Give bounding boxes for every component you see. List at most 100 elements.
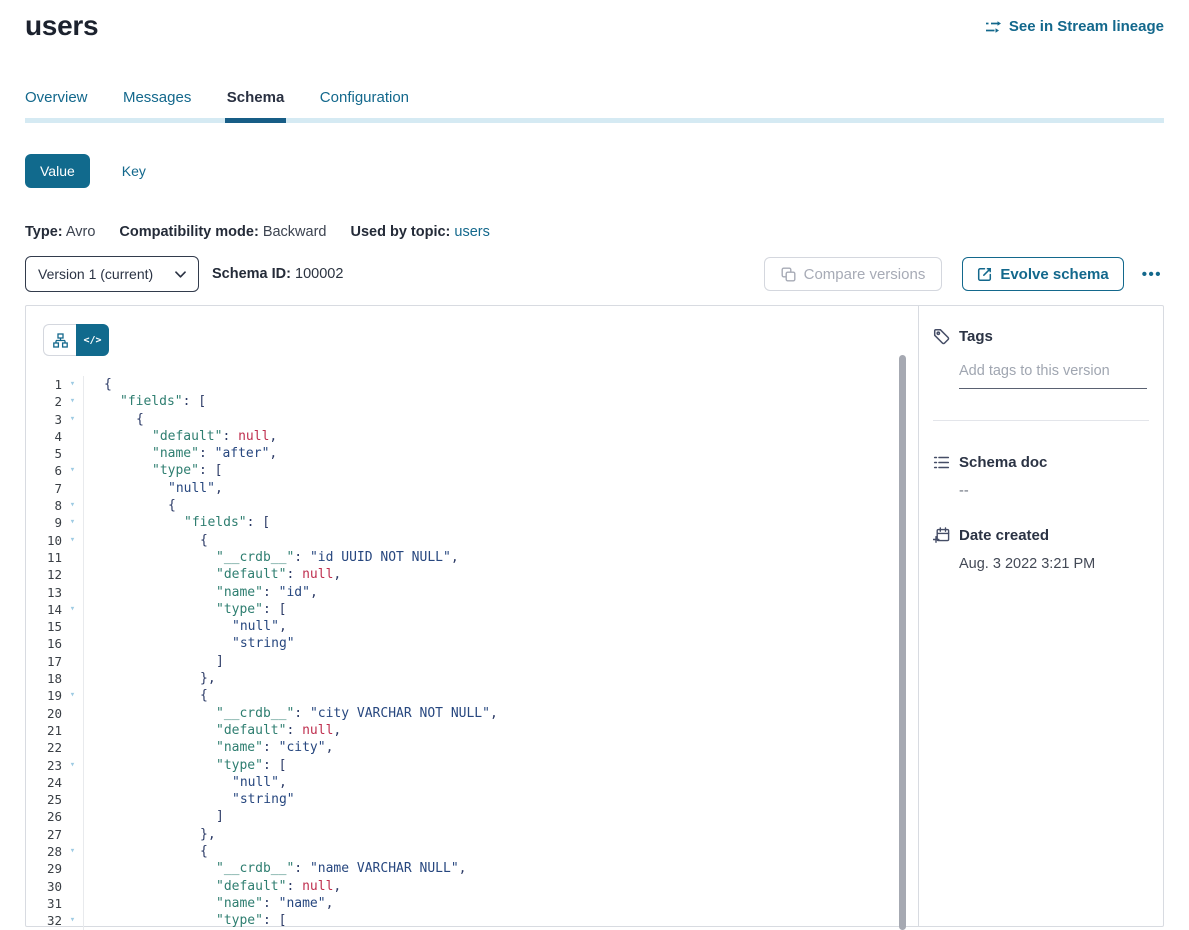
code-line: 27}, (26, 826, 918, 843)
schema-meta-row: Type: Avro Compatibility mode: Backward … (25, 224, 1164, 240)
schema-type: Type: Avro (25, 224, 95, 240)
fold-gutter (62, 705, 83, 722)
fold-gutter (62, 860, 83, 877)
code-text: "__crdb__": "city VARCHAR NOT NULL", (83, 705, 918, 722)
fold-gutter (62, 566, 83, 583)
fold-toggle-icon[interactable]: ▾ (62, 411, 83, 428)
add-tags-input[interactable] (959, 363, 1147, 389)
tree-view-toggle[interactable] (43, 324, 76, 356)
code-text: "string" (83, 791, 918, 808)
line-number: 20 (26, 705, 62, 722)
evolve-schema-button[interactable]: Evolve schema (962, 257, 1123, 291)
fold-toggle-icon[interactable]: ▾ (62, 912, 83, 929)
fold-toggle-icon[interactable]: ▾ (62, 843, 83, 860)
line-number: 17 (26, 653, 62, 670)
chevron-down-icon (175, 271, 186, 278)
line-number: 3 (26, 411, 62, 428)
schema-controls-row: Version 1 (current) Schema ID: 100002 Co… (25, 256, 1164, 292)
code-text: { (83, 411, 918, 428)
line-number: 25 (26, 791, 62, 808)
line-number: 1 (26, 376, 62, 393)
line-number: 16 (26, 635, 62, 652)
line-number: 15 (26, 618, 62, 635)
vertical-scrollbar-thumb[interactable] (899, 355, 906, 930)
fold-gutter (62, 618, 83, 635)
schema-id: Schema ID: 100002 (212, 266, 343, 282)
fold-gutter (62, 808, 83, 825)
fold-gutter (62, 428, 83, 445)
fold-gutter (62, 895, 83, 912)
code-text: "default": null, (83, 722, 918, 739)
fold-gutter (62, 635, 83, 652)
line-number: 7 (26, 480, 62, 497)
code-editor[interactable]: 1▾{2▾"fields": [3▾{4"default": null,5"na… (26, 376, 918, 930)
tab-configuration[interactable]: Configuration (320, 89, 409, 123)
fold-toggle-icon[interactable]: ▾ (62, 376, 83, 393)
tags-section: Tags (933, 328, 1149, 389)
tab-overview[interactable]: Overview (25, 89, 88, 123)
line-number: 31 (26, 895, 62, 912)
code-line: 21"default": null, (26, 722, 918, 739)
line-number: 18 (26, 670, 62, 687)
fold-toggle-icon[interactable]: ▾ (62, 757, 83, 774)
date-created-heading: Date created (933, 527, 1149, 544)
value-toggle-button[interactable]: Value (25, 154, 90, 188)
fold-toggle-icon[interactable]: ▾ (62, 393, 83, 410)
code-text: "string" (83, 635, 918, 652)
code-view-icon: </> (83, 335, 101, 346)
code-line: 24"null", (26, 774, 918, 791)
more-options-button[interactable]: ••• (1140, 266, 1164, 283)
code-line: 32▾"type": [ (26, 912, 918, 929)
code-line: 8▾{ (26, 497, 918, 514)
code-line: 1▾{ (26, 376, 918, 393)
code-line: 3▾{ (26, 411, 918, 428)
fold-toggle-icon[interactable]: ▾ (62, 687, 83, 704)
fold-gutter (62, 445, 83, 462)
version-select-value: Version 1 (current) (38, 266, 153, 282)
key-toggle-button[interactable]: Key (116, 162, 152, 180)
tab-messages[interactable]: Messages (123, 89, 191, 123)
code-line: 6▾"type": [ (26, 462, 918, 479)
line-number: 30 (26, 878, 62, 895)
code-text: "type": [ (83, 912, 918, 929)
fold-toggle-icon[interactable]: ▾ (62, 462, 83, 479)
line-number: 23 (26, 757, 62, 774)
code-text: "default": null, (83, 878, 918, 895)
version-select[interactable]: Version 1 (current) (25, 256, 199, 292)
fold-toggle-icon[interactable]: ▾ (62, 532, 83, 549)
fold-toggle-icon[interactable]: ▾ (62, 514, 83, 531)
tags-heading: Tags (933, 328, 1149, 345)
tree-view-icon (53, 333, 68, 348)
line-number: 29 (26, 860, 62, 877)
stream-lineage-link[interactable]: See in Stream lineage (985, 18, 1164, 35)
fold-gutter (62, 791, 83, 808)
line-number: 32 (26, 912, 62, 929)
code-view-toggle[interactable]: </> (76, 324, 109, 356)
fold-gutter (62, 826, 83, 843)
fold-gutter (62, 878, 83, 895)
schema-doc-value: -- (959, 483, 1149, 499)
stream-lineage-label: See in Stream lineage (1009, 18, 1164, 35)
line-number: 2 (26, 393, 62, 410)
code-text: }, (83, 670, 918, 687)
line-number: 8 (26, 497, 62, 514)
line-number: 11 (26, 549, 62, 566)
code-text: "null", (83, 774, 918, 791)
fold-toggle-icon[interactable]: ▾ (62, 601, 83, 618)
page-header: users See in Stream lineage (25, 0, 1164, 42)
code-text: "fields": [ (83, 393, 918, 410)
code-text: "type": [ (83, 757, 918, 774)
code-line: 30 "default": null, (26, 878, 918, 895)
code-text: }, (83, 826, 918, 843)
compare-versions-button[interactable]: Compare versions (764, 257, 943, 291)
list-icon (933, 454, 950, 471)
line-number: 9 (26, 514, 62, 531)
fold-toggle-icon[interactable]: ▾ (62, 497, 83, 514)
editor-view-toolbar: </> (26, 324, 918, 356)
line-number: 6 (26, 462, 62, 479)
tag-icon (933, 328, 950, 345)
line-number: 10 (26, 532, 62, 549)
code-line: 19▾{ (26, 687, 918, 704)
topic-link[interactable]: users (454, 224, 489, 240)
tab-schema[interactable]: Schema (227, 89, 285, 123)
